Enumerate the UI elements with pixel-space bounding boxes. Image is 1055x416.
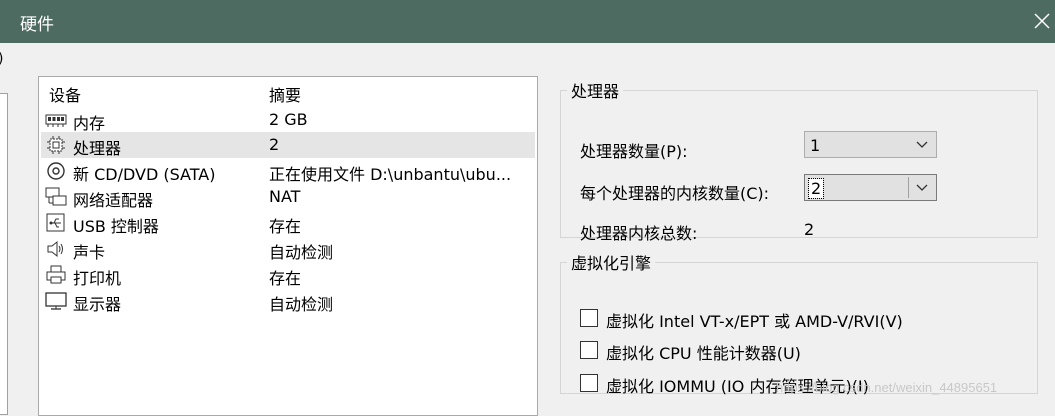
- monitor-icon: [45, 292, 67, 310]
- background-panel: [0, 93, 8, 415]
- device-name: 显示器: [73, 295, 122, 314]
- device-summary: 自动检测: [269, 295, 334, 314]
- vt-x-ept-checkbox[interactable]: [580, 309, 598, 327]
- close-icon[interactable]: [1027, 6, 1055, 36]
- device-row-cd-dvd[interactable]: 新 CD/DVD (SATA) 正在使用文件 D:\unbantu\ubu...: [41, 158, 535, 184]
- memory-icon: [45, 114, 67, 127]
- device-row-usb[interactable]: USB 控制器 存在: [41, 210, 535, 236]
- device-name: 网络适配器: [73, 191, 154, 210]
- speaker-icon: [47, 240, 63, 258]
- virtualization-group: 虚拟化引擎 虚拟化 Intel VT-x/EPT 或 AMD-V/RVI(V) …: [560, 250, 1038, 396]
- device-row-display[interactable]: 显示器 自动检测: [41, 288, 535, 314]
- vt-x-ept-label: 虚拟化 Intel VT-x/EPT 或 AMD-V/RVI(V): [606, 312, 903, 331]
- cores-per-processor-select[interactable]: 2: [804, 174, 937, 201]
- chevron-down-icon: [916, 184, 928, 191]
- title-bar: 硬件: [0, 0, 1055, 43]
- column-header-summary[interactable]: 摘要: [269, 82, 301, 106]
- watermark: https://blog.csdn.net/weixin_44895651: [776, 380, 998, 395]
- processor-count-select[interactable]: 1: [804, 131, 937, 158]
- cores-per-processor-value: 2: [807, 178, 825, 199]
- device-name: 新 CD/DVD (SATA): [73, 165, 216, 184]
- total-cores-label: 处理器内核总数:: [580, 224, 698, 243]
- cpu-perf-counter-checkbox[interactable]: [580, 341, 598, 359]
- virtualization-group-title: 虚拟化引擎: [571, 254, 652, 273]
- device-name: 打印机: [73, 269, 122, 288]
- device-name: USB 控制器: [73, 217, 159, 236]
- device-name: 处理器: [73, 139, 122, 158]
- device-summary: NAT: [269, 187, 301, 206]
- device-row-printer[interactable]: 打印机 存在: [41, 262, 535, 288]
- total-cores-value: 2: [804, 220, 815, 239]
- device-summary: 2 GB: [269, 110, 308, 129]
- printer-icon: [46, 265, 66, 284]
- usb-icon: [46, 213, 65, 232]
- chevron-down-icon: [916, 141, 928, 148]
- device-row-network-adapter[interactable]: 网络适配器 NAT: [41, 184, 535, 210]
- network-adapter-icon: [45, 187, 67, 206]
- device-row-sound-card[interactable]: 声卡 自动检测: [41, 236, 535, 262]
- select-divider: [908, 177, 909, 198]
- processor-group-title: 处理器: [571, 82, 620, 101]
- column-header-device[interactable]: 设备: [49, 82, 81, 106]
- device-summary: 正在使用文件 D:\unbantu\ubu...: [269, 165, 512, 184]
- device-summary: 自动检测: [269, 243, 334, 262]
- processor-count-label: 处理器数量(P):: [580, 142, 688, 161]
- processor-count-value: 1: [810, 136, 821, 155]
- device-name: 内存: [73, 114, 106, 133]
- cpu-perf-counter-label: 虚拟化 CPU 性能计数器(U): [606, 344, 801, 363]
- device-list[interactable]: 设备 摘要 内存 2 GB 处理器 2 新 CD/DVD (SATA) 正在使用…: [38, 76, 538, 416]
- device-row-memory[interactable]: 内存 2 GB: [41, 107, 535, 133]
- window-title: 硬件: [20, 15, 54, 35]
- iommu-checkbox[interactable]: [580, 374, 598, 392]
- background-window-edge: ): [0, 43, 8, 415]
- edge-text: ): [0, 51, 3, 67]
- device-summary: 2: [269, 135, 280, 154]
- device-summary: 存在: [269, 269, 302, 288]
- processor-group: 处理器 处理器数量(P): 1 每个处理器的内核数量(C): 2 处理器内核总数…: [560, 78, 1038, 243]
- processor-icon: [47, 136, 65, 154]
- cores-per-processor-label: 每个处理器的内核数量(C):: [580, 184, 770, 203]
- device-name: 声卡: [73, 243, 106, 262]
- device-row-processor[interactable]: 处理器 2: [41, 132, 535, 158]
- device-summary: 存在: [269, 217, 302, 236]
- cd-dvd-icon: [47, 162, 65, 180]
